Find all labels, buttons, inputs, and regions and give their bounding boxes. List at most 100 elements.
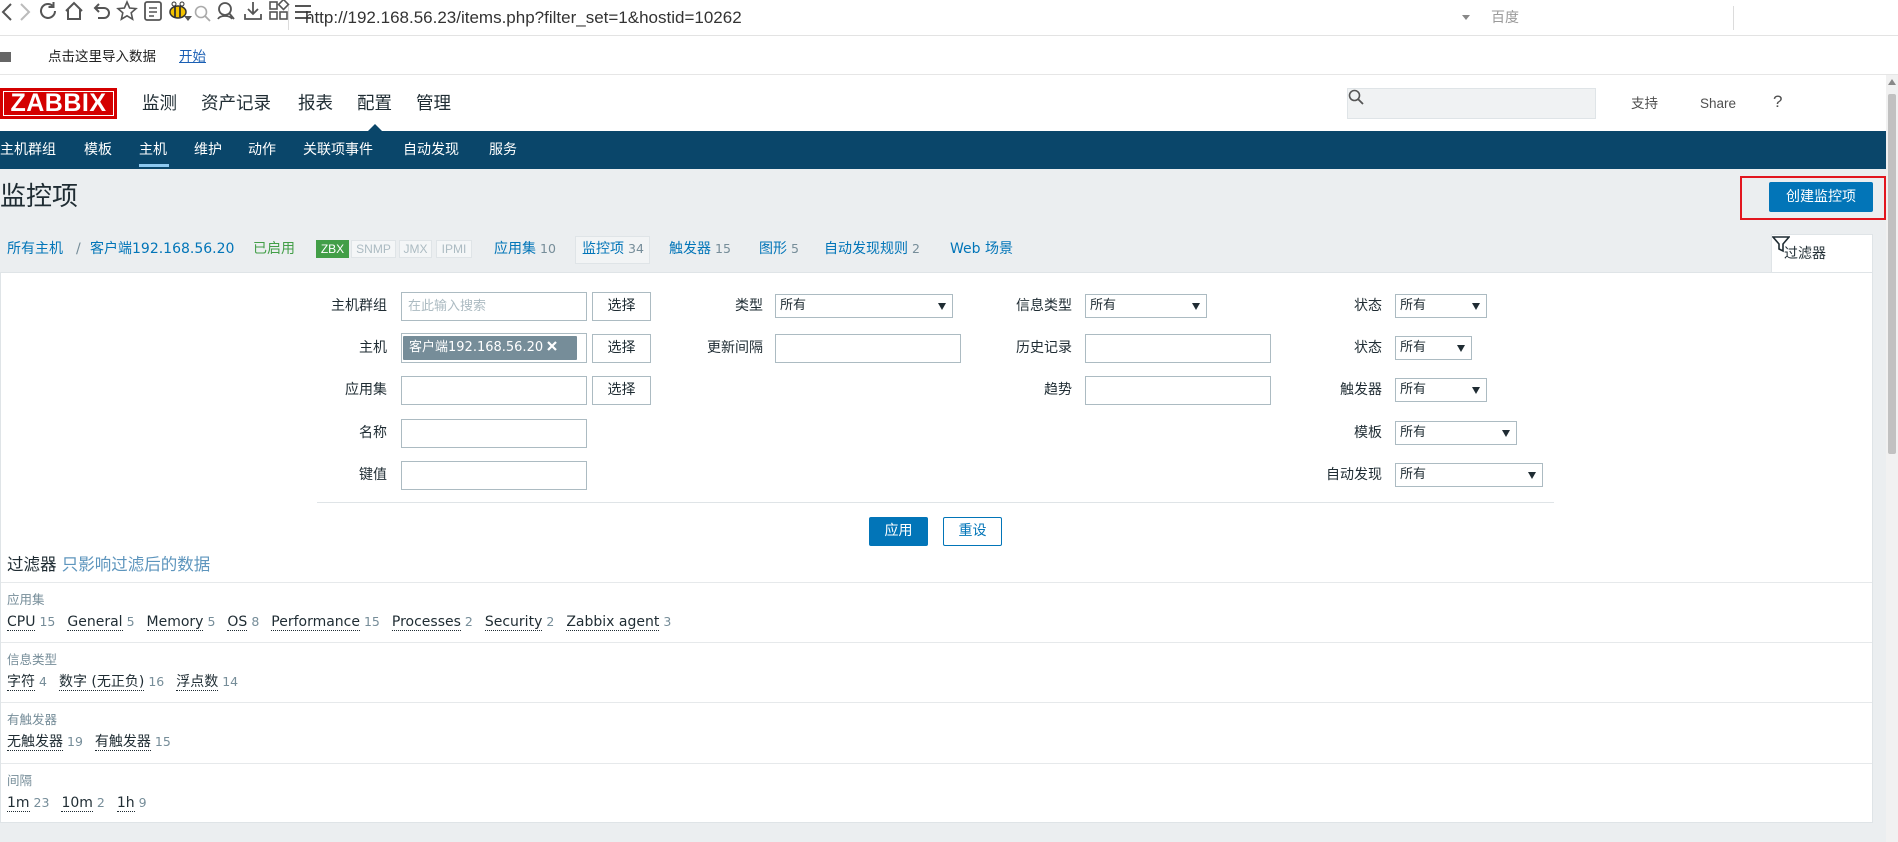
host-select-button[interactable]: 选择 [592,334,651,363]
subfilter-item-name[interactable]: Memory [146,615,204,631]
subfilter-item[interactable]: 1h 9 [116,794,147,812]
extensions-grid-icon[interactable] [268,0,290,22]
tab-triggers[interactable]: 触发器 15 [669,240,731,258]
bookmarks-icon[interactable] [0,52,11,62]
status-select[interactable]: 所有 [1395,336,1472,360]
reload-icon[interactable] [37,0,59,22]
filter-tab[interactable]: 过滤器 [1771,234,1873,273]
address-bar[interactable]: http://192.168.56.23/items.php?filter_se… [305,7,742,29]
forward-icon[interactable] [18,2,32,22]
account-icon[interactable] [215,0,237,22]
subfilter-item[interactable]: 无触发器 19 [7,733,83,751]
subfilter-item[interactable]: 浮点数 14 [176,673,238,691]
subnav-templates[interactable]: 模板 [84,131,112,169]
host-status-enabled[interactable]: 已启用 [253,240,295,258]
update-interval-input[interactable] [775,334,961,363]
host-group-input[interactable]: 在此输入搜索 [401,292,587,321]
main-nav-configuration[interactable]: 配置 [357,93,392,115]
subfilter-item[interactable]: 1m 23 [7,794,49,812]
subnav-services[interactable]: 服务 [489,131,517,169]
subfilter-item[interactable]: OS 8 [227,613,259,631]
global-search-input[interactable] [1347,88,1596,119]
subnav-discovery[interactable]: 自动发现 [403,131,459,169]
subfilter-item-name[interactable]: 有触发器 [94,735,151,751]
page-scrollbar[interactable] [1886,75,1898,842]
subfilter-item[interactable]: CPU 15 [7,613,55,631]
subnav-actions[interactable]: 动作 [248,131,276,169]
search-icon[interactable] [1348,89,1364,105]
support-link[interactable]: 支持 [1631,94,1658,114]
value-type-select[interactable]: 所有 [1085,294,1207,318]
zabbix-logo[interactable]: ZABBIX [0,88,117,119]
subfilter-item-name[interactable]: 1m [7,796,30,812]
subfilter-item-name[interactable]: Processes [391,615,461,631]
subfilter-item-name[interactable]: Zabbix agent [566,615,660,631]
key-input[interactable] [401,461,587,490]
subnav-host-groups[interactable]: 主机群组 [0,131,56,169]
subfilter-item-name[interactable]: General [67,615,123,631]
subfilter-item[interactable]: General 5 [67,613,135,631]
subfilter-item-name[interactable]: Performance [271,615,360,631]
tab-discovery-rules[interactable]: 自动发现规则 2 [824,240,920,258]
discovery-select[interactable]: 所有 [1395,463,1543,487]
share-link[interactable]: Share [1700,94,1736,114]
import-start-link[interactable]: 开始 [179,48,206,66]
subfilter-item-name[interactable]: 浮点数 [176,675,219,691]
tab-graphs[interactable]: 图形 5 [759,240,799,258]
main-nav-administration[interactable]: 管理 [416,93,451,115]
subfilter-item-name[interactable]: OS [227,615,248,631]
subfilter-item-name[interactable]: CPU [7,615,36,631]
breadcrumb-all-hosts[interactable]: 所有主机 [7,240,63,258]
subfilter-item-name[interactable]: 1h [116,796,135,812]
create-item-button[interactable]: 创建监控项 [1769,182,1873,212]
subfilter-item[interactable]: 10m 2 [61,794,105,812]
tab-applications[interactable]: 应用集 10 [494,240,556,258]
subfilter-item[interactable]: 数字 (无正负) 16 [58,673,164,691]
state-select[interactable]: 所有 [1395,294,1487,318]
search-engine-dropdown-icon[interactable] [1462,15,1470,20]
history-input[interactable] [1085,334,1271,363]
application-input[interactable] [401,376,587,405]
download-icon[interactable] [242,0,264,22]
type-select[interactable]: 所有 [775,294,953,318]
subfilter-item[interactable]: Performance 15 [271,613,380,631]
subfilter-item-name[interactable]: 无触发器 [7,735,63,751]
undo-dropdown-icon[interactable] [184,16,192,21]
subnav-maintenance[interactable]: 维护 [194,131,222,169]
subfilter-item-name[interactable]: 数字 (无正负) [58,675,145,691]
application-select-button[interactable]: 选择 [592,376,651,405]
subnav-event-correlation[interactable]: 关联项事件 [303,131,373,169]
triggers-select[interactable]: 所有 [1395,378,1487,402]
reset-button[interactable]: 重设 [943,517,1002,546]
main-nav-inventory[interactable]: 资产记录 [201,93,271,115]
browser-search-icon[interactable] [194,5,211,22]
subfilter-item[interactable]: 字符 4 [7,673,47,691]
subfilter-item[interactable]: Zabbix agent 3 [566,613,671,631]
undo-icon[interactable] [90,0,112,22]
back-icon[interactable] [0,2,14,22]
subfilter-item[interactable]: Security 2 [484,613,554,631]
scrollbar-thumb[interactable] [1888,94,1896,454]
tab-items[interactable]: 监控项 34 [582,240,644,258]
scroll-up-icon[interactable] [1888,79,1896,85]
reader-mode-icon[interactable] [143,0,163,22]
home-icon[interactable] [63,0,85,22]
subfilter-item[interactable]: Processes 2 [391,613,473,631]
tab-web-scenarios[interactable]: Web 场景 [950,240,1013,258]
main-nav-reports[interactable]: 报表 [298,93,333,115]
apply-button[interactable]: 应用 [869,517,928,546]
template-select[interactable]: 所有 [1395,421,1517,445]
subfilter-item-name[interactable]: Security [484,615,543,631]
host-group-select-button[interactable]: 选择 [592,292,651,321]
subfilter-item-name[interactable]: 字符 [7,675,35,691]
subfilter-item[interactable]: Memory 5 [146,613,215,631]
browser-search-input[interactable]: 百度 [1491,8,1519,28]
main-nav-monitoring[interactable]: 监测 [142,93,177,115]
trends-input[interactable] [1085,376,1271,405]
subfilter-item-name[interactable]: 10m [61,796,93,812]
help-icon[interactable]: ? [1773,92,1782,112]
breadcrumb-host[interactable]: 客户端192.168.56.20 [90,240,234,258]
name-input[interactable] [401,419,587,448]
subfilter-item[interactable]: 有触发器 15 [94,733,171,751]
star-icon[interactable] [116,0,139,22]
